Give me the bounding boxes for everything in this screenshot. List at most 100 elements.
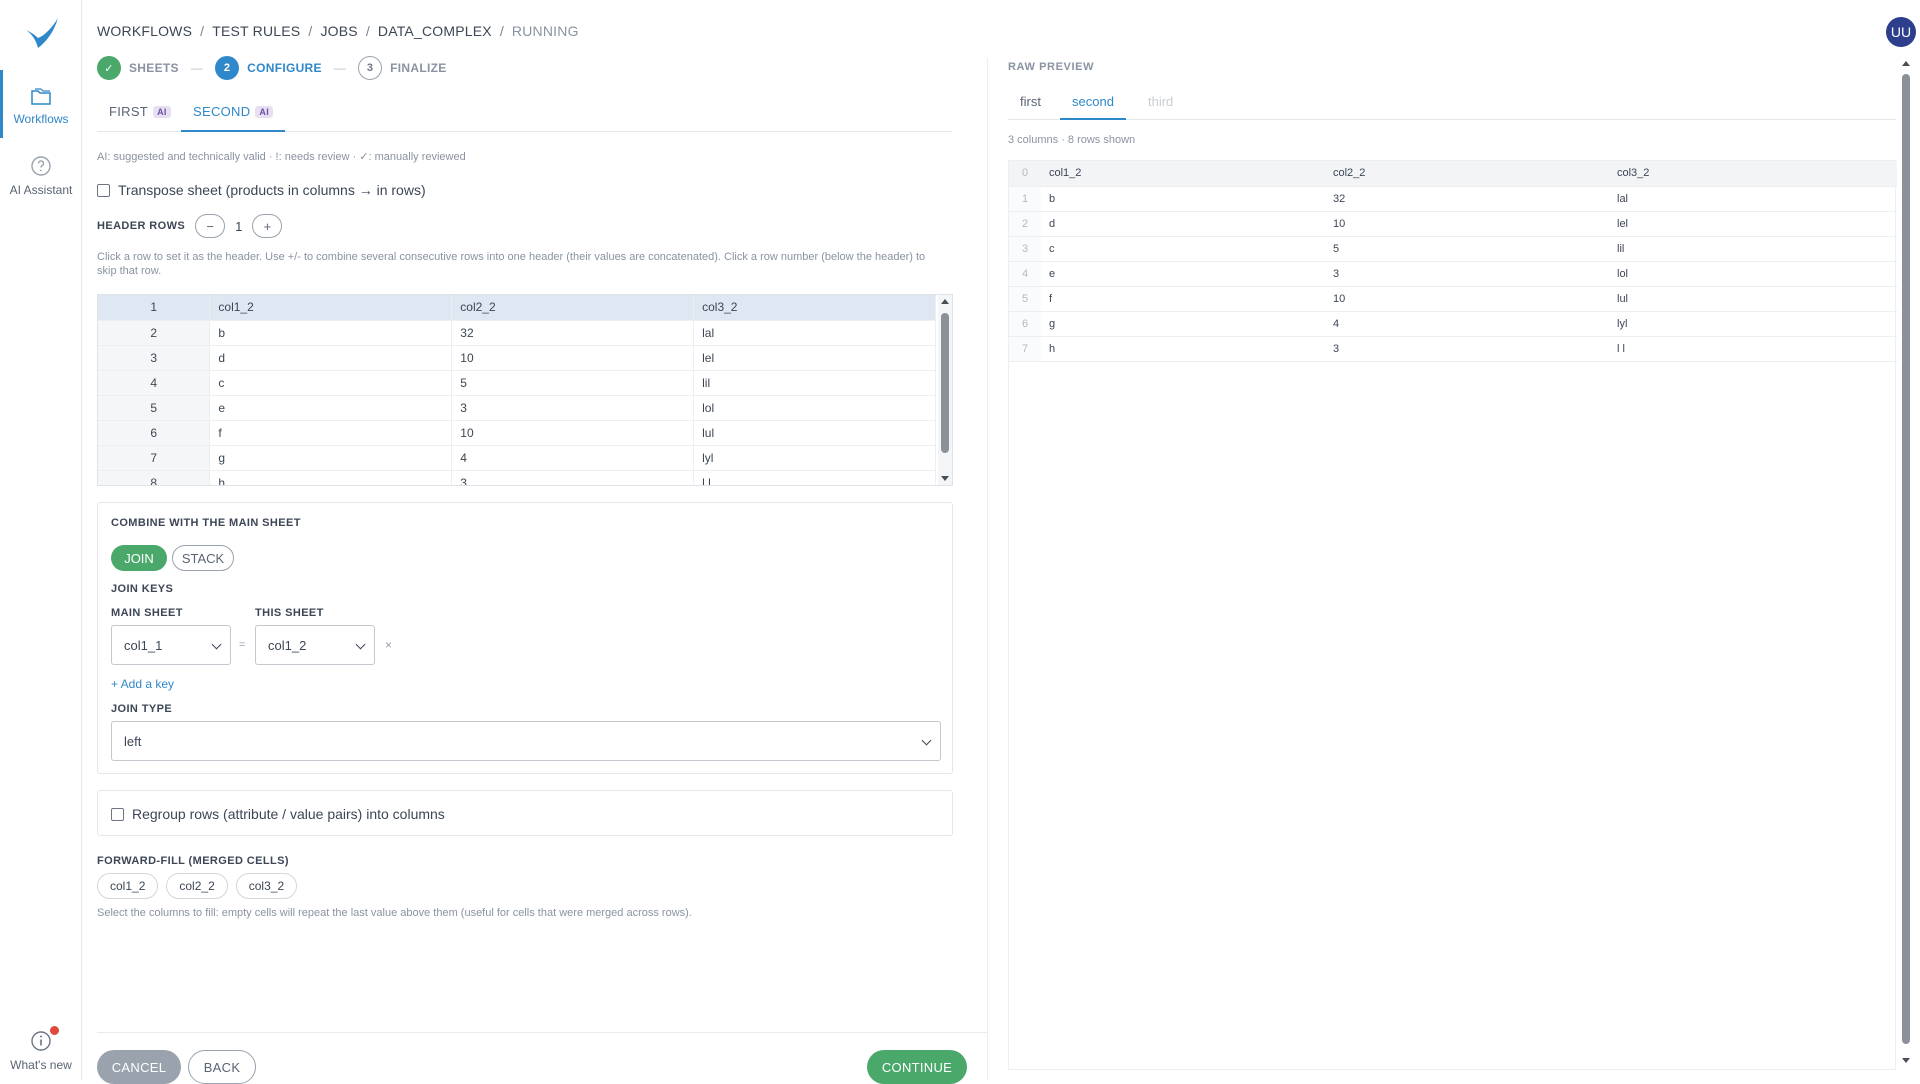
- scroll-down-icon[interactable]: [1902, 1058, 1910, 1063]
- row-number[interactable]: 1: [98, 295, 211, 321]
- table-row: 7 h 3 l l: [1009, 336, 1897, 362]
- table-cell[interactable]: 5: [451, 370, 695, 396]
- table-row[interactable]: 7 g 4 lyl: [98, 445, 936, 471]
- row-number[interactable]: 3: [98, 345, 211, 371]
- table-cell[interactable]: 10: [451, 345, 695, 371]
- table-cell[interactable]: g: [209, 445, 453, 471]
- header-cell[interactable]: col3_2: [693, 295, 936, 321]
- table-cell[interactable]: lol: [693, 395, 936, 421]
- table-cell[interactable]: d: [209, 345, 453, 371]
- table-cell[interactable]: lul: [693, 420, 936, 446]
- nav-ai-assistant[interactable]: AI Assistant: [0, 155, 82, 197]
- table-cell[interactable]: b: [209, 320, 453, 346]
- scroll-down-icon[interactable]: [941, 476, 949, 481]
- table-cell[interactable]: c: [209, 370, 453, 396]
- row-number[interactable]: 4: [98, 370, 211, 396]
- combine-title: COMBINE WITH THE MAIN SHEET: [111, 517, 301, 529]
- wizard-stepper: ✓ SHEETS — 2 CONFIGURE — 3 FINALIZE: [97, 56, 447, 80]
- table-cell[interactable]: lel: [693, 345, 936, 371]
- this-sheet-key-select[interactable]: col1_2: [255, 625, 375, 665]
- row-number: 2: [1009, 211, 1041, 237]
- left-nav: Workflows AI Assistant What's new: [0, 0, 82, 1080]
- join-button[interactable]: JOIN: [111, 545, 167, 571]
- table-cell: e: [1041, 261, 1325, 287]
- table-row[interactable]: 2 b 32 lal: [98, 320, 936, 346]
- table-row[interactable]: 3 d 10 lel: [98, 345, 936, 371]
- table-cell[interactable]: e: [209, 395, 453, 421]
- ai-legend-note: AI: suggested and technically valid · !:…: [97, 151, 466, 163]
- scroll-thumb[interactable]: [1902, 74, 1910, 1044]
- breadcrumb-jobs[interactable]: JOBS: [320, 23, 357, 39]
- row-number[interactable]: 5: [98, 395, 211, 421]
- header-cell: col3_2: [1609, 161, 1897, 187]
- table-cell[interactable]: 4: [451, 445, 695, 471]
- transpose-checkbox[interactable]: [97, 183, 110, 197]
- app-logo-icon[interactable]: [22, 14, 62, 54]
- tab-first[interactable]: FIRST AI: [97, 100, 183, 132]
- step-sheets-check-icon: ✓: [97, 56, 121, 80]
- row-number[interactable]: 6: [98, 420, 211, 446]
- scroll-up-icon[interactable]: [941, 299, 949, 304]
- table-cell[interactable]: h: [209, 470, 453, 485]
- header-rows-increment-button[interactable]: +: [252, 214, 283, 238]
- row-number[interactable]: 2: [98, 320, 211, 346]
- table-cell[interactable]: l l: [693, 470, 936, 485]
- step-sheets-label[interactable]: SHEETS: [129, 61, 179, 75]
- header-cell[interactable]: col2_2: [451, 295, 695, 321]
- row-number[interactable]: 7: [98, 445, 211, 471]
- continue-button[interactable]: CONTINUE: [867, 1050, 967, 1084]
- forward-fill-chip[interactable]: col1_2: [97, 873, 159, 899]
- help-circle-icon: [31, 156, 51, 176]
- tab-second[interactable]: SECOND AI: [181, 100, 286, 132]
- remove-key-icon[interactable]: ×: [385, 638, 392, 652]
- table-cell[interactable]: 10: [451, 420, 695, 446]
- nav-whats-new[interactable]: What's new: [0, 1026, 82, 1072]
- forward-fill-chip[interactable]: col3_2: [235, 873, 298, 899]
- ai-badge: AI: [153, 106, 171, 118]
- breadcrumb-workflows[interactable]: WORKFLOWS: [97, 23, 192, 39]
- header-cell[interactable]: col1_2: [209, 295, 453, 321]
- table-cell[interactable]: lil: [693, 370, 936, 396]
- user-avatar[interactable]: UU: [1886, 17, 1916, 47]
- table-row[interactable]: 8 h 3 l l: [98, 470, 936, 485]
- raw-preview-meta: 3 columns · 8 rows shown: [1008, 134, 1136, 146]
- table-cell[interactable]: f: [209, 420, 453, 446]
- scroll-up-icon[interactable]: [1902, 61, 1910, 66]
- transpose-option[interactable]: Transpose sheet (products in columns → i…: [97, 182, 426, 198]
- table-cell[interactable]: 32: [451, 320, 695, 346]
- header-rows-decrement-button[interactable]: −: [195, 214, 226, 238]
- nav-workflows[interactable]: Workflows: [0, 70, 82, 138]
- raw-preview-scrollbar[interactable]: [1899, 58, 1913, 1066]
- stack-button[interactable]: STACK: [172, 545, 234, 571]
- breadcrumb-test-rules[interactable]: TEST RULES: [212, 23, 300, 39]
- table-row[interactable]: 6 f 10 lul: [98, 420, 936, 446]
- header-row[interactable]: 1 col1_2 col2_2 col3_2: [98, 295, 936, 321]
- grid-scrollbar[interactable]: [938, 295, 952, 485]
- table-cell[interactable]: lal: [693, 320, 936, 346]
- breadcrumb-data-complex[interactable]: DATA_COMPLEX: [378, 23, 492, 39]
- join-type-select[interactable]: left: [111, 721, 941, 761]
- table-cell[interactable]: 3: [451, 395, 695, 421]
- raw-tab-second[interactable]: second: [1060, 88, 1126, 120]
- add-key-link[interactable]: + Add a key: [111, 677, 174, 691]
- table-cell: d: [1041, 211, 1325, 237]
- cancel-button[interactable]: CANCEL: [97, 1050, 181, 1084]
- table-row: 5 f 10 lul: [1009, 286, 1897, 312]
- regroup-card: Regroup rows (attribute / value pairs) i…: [97, 790, 953, 836]
- scroll-thumb[interactable]: [941, 313, 949, 453]
- regroup-checkbox[interactable]: [111, 807, 124, 821]
- row-number[interactable]: 8: [98, 470, 211, 485]
- table-row[interactable]: 4 c 5 lil: [98, 370, 936, 396]
- regroup-option[interactable]: Regroup rows (attribute / value pairs) i…: [111, 806, 445, 822]
- forward-fill-chip[interactable]: col2_2: [166, 873, 228, 899]
- regroup-label: Regroup rows (attribute / value pairs) i…: [132, 806, 445, 822]
- table-row[interactable]: 5 e 3 lol: [98, 395, 936, 421]
- table-cell[interactable]: 3: [451, 470, 695, 485]
- nav-ai-assistant-label: AI Assistant: [9, 183, 73, 197]
- step-configure-number: 2: [215, 56, 240, 80]
- table-cell: lel: [1609, 211, 1897, 237]
- table-cell[interactable]: lyl: [693, 445, 936, 471]
- back-button[interactable]: BACK: [188, 1050, 256, 1084]
- raw-tab-first[interactable]: first: [1008, 88, 1053, 120]
- main-sheet-key-select[interactable]: col1_1: [111, 625, 231, 665]
